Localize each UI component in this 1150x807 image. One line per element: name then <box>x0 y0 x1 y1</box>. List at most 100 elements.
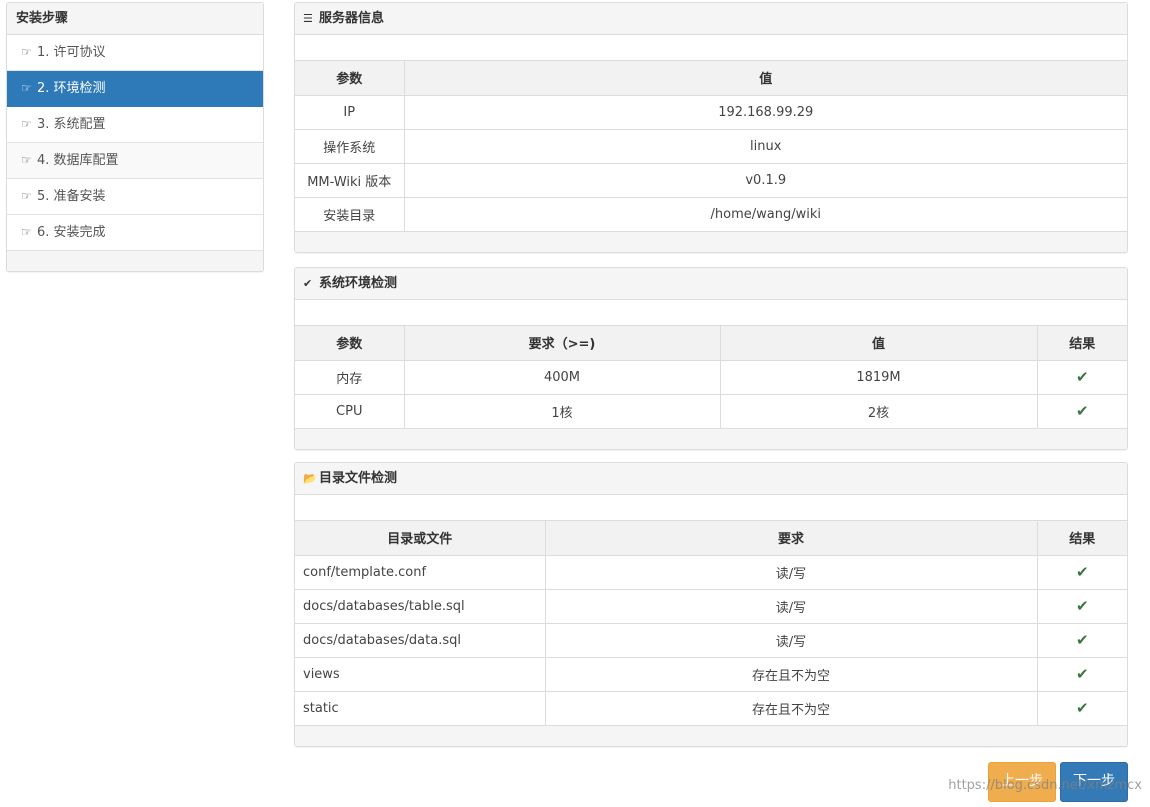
param-cell: CPU <box>295 394 405 429</box>
column-header: 值 <box>404 61 1127 96</box>
table-header-row: 参数 要求（>=) 值 结果 <box>295 326 1127 361</box>
check-icon: ✔ <box>1075 597 1089 615</box>
requirement-cell: 存在且不为空 <box>545 691 1038 726</box>
env-check-panel: ✔ 系统环境检测 参数 要求（>=) 值 结果 内存 400M 1819M ✔ C… <box>294 267 1128 450</box>
table-row: conf/template.conf 读/写 ✔ <box>295 555 1127 590</box>
prev-step-button[interactable]: 上一步 <box>988 762 1056 802</box>
panel-title: 服务器信息 <box>319 11 385 26</box>
check-icon: ✔ <box>1075 563 1089 581</box>
requirement-cell: 存在且不为空 <box>545 657 1038 692</box>
panel-heading: ☰ 服务器信息 <box>295 3 1127 35</box>
result-cell: ✔ <box>1037 360 1127 395</box>
column-header: 目录或文件 <box>295 521 546 556</box>
hand-right-icon: ☞ <box>21 153 32 167</box>
value-cell: 2核 <box>720 394 1038 429</box>
path-cell: static <box>295 691 546 726</box>
panel-footer <box>295 725 1127 746</box>
result-cell: ✔ <box>1037 657 1127 692</box>
param-cell: MM-Wiki 版本 <box>295 163 405 198</box>
sidebar-item-label: 6. 安装完成 <box>37 225 106 240</box>
server-icon: ☰ <box>303 12 313 25</box>
path-cell: views <box>295 657 546 692</box>
column-header: 要求（>=) <box>404 326 721 361</box>
requirement-cell: 读/写 <box>545 555 1038 590</box>
column-header: 参数 <box>295 326 405 361</box>
value-cell: 1819M <box>720 360 1038 395</box>
hand-right-icon: ☞ <box>21 117 32 131</box>
panel-footer <box>295 231 1127 252</box>
panel-title: 目录文件检测 <box>319 471 398 486</box>
param-cell: 内存 <box>295 360 405 395</box>
folder-open-icon: 📂 <box>303 472 317 485</box>
path-cell: docs/databases/data.sql <box>295 623 546 658</box>
requirement-cell: 读/写 <box>545 589 1038 624</box>
check-icon: ✔ <box>1075 665 1089 683</box>
check-circle-icon: ✔ <box>303 277 313 290</box>
hand-right-icon: ☞ <box>21 189 32 203</box>
sidebar-item-label: 4. 数据库配置 <box>37 153 119 168</box>
env-check-table: 参数 要求（>=) 值 结果 内存 400M 1819M ✔ CPU 1核 2核… <box>295 326 1127 429</box>
check-icon: ✔ <box>1075 402 1089 420</box>
table-row: IP 192.168.99.29 <box>295 95 1127 130</box>
path-cell: conf/template.conf <box>295 555 546 590</box>
param-cell: 操作系统 <box>295 129 405 164</box>
requirement-cell: 1核 <box>404 394 721 429</box>
result-cell: ✔ <box>1037 555 1127 590</box>
param-cell: IP <box>295 95 405 130</box>
result-cell: ✔ <box>1037 691 1127 726</box>
value-cell: linux <box>404 129 1127 164</box>
table-row: 安装目录 /home/wang/wiki <box>295 197 1127 232</box>
check-icon: ✔ <box>1075 631 1089 649</box>
table-row: views 存在且不为空 ✔ <box>295 657 1127 692</box>
hand-right-icon: ☞ <box>21 45 32 59</box>
value-cell: 192.168.99.29 <box>404 95 1127 130</box>
sidebar-item-database-config[interactable]: ☞ 4. 数据库配置 <box>7 143 263 179</box>
sidebar-item-label: 5. 准备安装 <box>37 189 106 204</box>
param-cell: 安装目录 <box>295 197 405 232</box>
requirement-cell: 400M <box>404 360 721 395</box>
table-row: docs/databases/table.sql 读/写 ✔ <box>295 589 1127 624</box>
table-row: CPU 1核 2核 ✔ <box>295 394 1127 429</box>
column-header: 参数 <box>295 61 405 96</box>
panel-heading: ✔ 系统环境检测 <box>295 268 1127 300</box>
table-row: static 存在且不为空 ✔ <box>295 691 1127 726</box>
check-icon: ✔ <box>1075 699 1089 717</box>
dir-check-table: 目录或文件 要求 结果 conf/template.conf 读/写 ✔ doc… <box>295 521 1127 726</box>
value-cell: v0.1.9 <box>404 163 1127 198</box>
result-cell: ✔ <box>1037 394 1127 429</box>
check-icon: ✔ <box>1075 368 1089 386</box>
table-row: 操作系统 linux <box>295 129 1127 164</box>
sidebar-item-system-config[interactable]: ☞ 3. 系统配置 <box>7 107 263 143</box>
table-row: MM-Wiki 版本 v0.1.9 <box>295 163 1127 198</box>
server-info-table: 参数 值 IP 192.168.99.29 操作系统 linux MM-Wiki… <box>295 61 1127 232</box>
sidebar-title: 安装步骤 <box>7 3 263 35</box>
sidebar-item-install-complete[interactable]: ☞ 6. 安装完成 <box>7 215 263 251</box>
path-cell: docs/databases/table.sql <box>295 589 546 624</box>
sidebar-item-label: 1. 许可协议 <box>37 45 106 60</box>
sidebar-item-label: 2. 环境检测 <box>37 81 106 96</box>
dir-check-panel: 📂 目录文件检测 目录或文件 要求 结果 conf/template.conf 读… <box>294 462 1128 747</box>
column-header: 结果 <box>1037 521 1127 556</box>
panel-title: 系统环境检测 <box>319 276 398 291</box>
column-header: 结果 <box>1037 326 1127 361</box>
sidebar-item-prepare-install[interactable]: ☞ 5. 准备安装 <box>7 179 263 215</box>
hand-right-icon: ☞ <box>21 81 32 95</box>
result-cell: ✔ <box>1037 589 1127 624</box>
table-row: docs/databases/data.sql 读/写 ✔ <box>295 623 1127 658</box>
sidebar-item-env-check[interactable]: ☞ 2. 环境检测 <box>7 71 263 107</box>
requirement-cell: 读/写 <box>545 623 1038 658</box>
panel-footer <box>295 428 1127 449</box>
sidebar-item-label: 3. 系统配置 <box>37 117 106 132</box>
column-header: 要求 <box>545 521 1038 556</box>
next-step-button[interactable]: 下一步 <box>1060 762 1128 802</box>
sidebar-item-license[interactable]: ☞ 1. 许可协议 <box>7 35 263 71</box>
table-row: 内存 400M 1819M ✔ <box>295 360 1127 395</box>
panel-heading: 📂 目录文件检测 <box>295 463 1127 495</box>
value-cell: /home/wang/wiki <box>404 197 1127 232</box>
table-header-row: 目录或文件 要求 结果 <box>295 521 1127 556</box>
result-cell: ✔ <box>1037 623 1127 658</box>
column-header: 值 <box>720 326 1038 361</box>
install-steps-sidebar: 安装步骤 ☞ 1. 许可协议 ☞ 2. 环境检测 ☞ 3. 系统配置 ☞ 4. 数据库配… <box>6 2 264 272</box>
server-info-panel: ☰ 服务器信息 参数 值 IP 192.168.99.29 操作系统 linux … <box>294 2 1128 253</box>
sidebar-footer <box>7 251 263 271</box>
